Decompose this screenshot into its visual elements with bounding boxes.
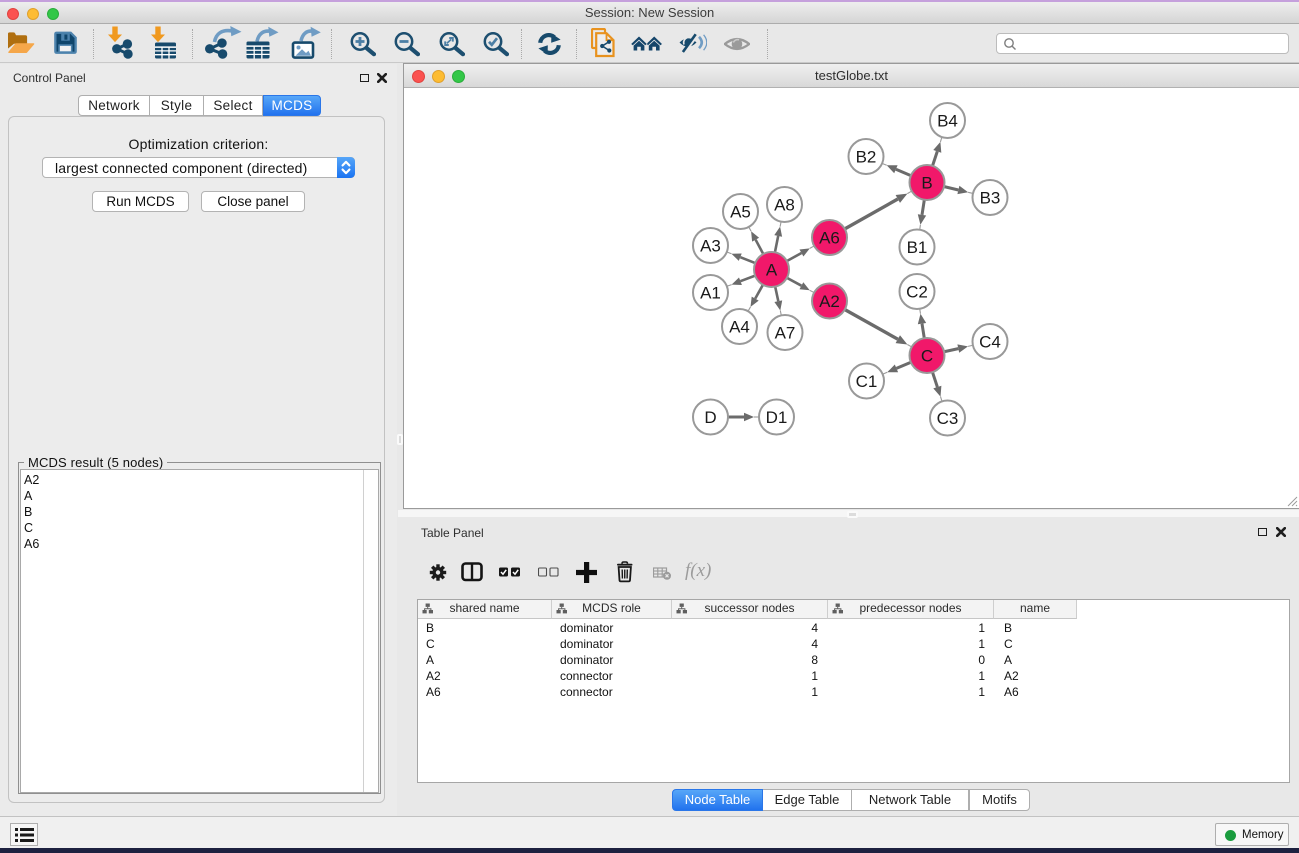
svg-text:D: D: [704, 408, 716, 427]
svg-text:A7: A7: [775, 324, 796, 343]
svg-text:A5: A5: [730, 203, 751, 222]
svg-text:A1: A1: [700, 284, 721, 303]
svg-text:D1: D1: [766, 408, 788, 427]
svg-text:B: B: [921, 174, 932, 193]
svg-text:A8: A8: [774, 196, 795, 215]
svg-text:A4: A4: [729, 318, 750, 337]
svg-text:B2: B2: [856, 148, 877, 167]
svg-text:B4: B4: [937, 112, 958, 131]
svg-text:A6: A6: [819, 229, 840, 248]
svg-text:C2: C2: [906, 283, 928, 302]
svg-text:B1: B1: [907, 238, 928, 257]
svg-text:C: C: [921, 347, 933, 366]
svg-text:A: A: [766, 261, 778, 280]
svg-text:C3: C3: [937, 409, 959, 428]
svg-text:C1: C1: [856, 372, 878, 391]
svg-text:A2: A2: [819, 292, 840, 311]
svg-text:B3: B3: [980, 189, 1001, 208]
svg-text:C4: C4: [979, 333, 1001, 352]
svg-text:A3: A3: [700, 237, 721, 256]
